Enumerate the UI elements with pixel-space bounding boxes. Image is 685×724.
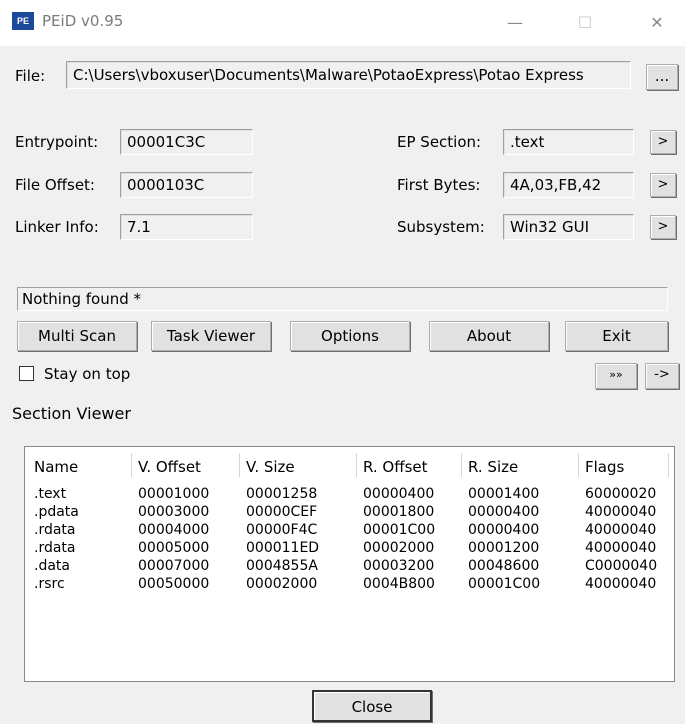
- file-label: File:: [15, 67, 46, 85]
- section-list-header: Name V. Offset V. Size R. Offset R. Size…: [28, 453, 669, 477]
- entrypoint-label: Entrypoint:: [15, 133, 99, 151]
- plugins-arrow-button[interactable]: ->: [645, 363, 679, 389]
- linker-info-field: 7.1: [120, 214, 253, 240]
- multi-scan-button[interactable]: Multi Scan: [17, 321, 137, 351]
- table-cell: .rsrc: [34, 576, 65, 592]
- table-cell: 00002000: [246, 576, 318, 592]
- stay-on-top-checkbox[interactable]: [19, 366, 34, 381]
- maximize-button[interactable]: ☐: [570, 10, 600, 36]
- table-cell: 00000F4C: [246, 522, 318, 538]
- table-cell: 00048600: [468, 558, 540, 574]
- table-cell: 00000400: [468, 522, 540, 538]
- section-list[interactable]: Name V. Offset V. Size R. Offset R. Size…: [24, 446, 675, 682]
- table-cell: 00003200: [363, 558, 435, 574]
- file-offset-label: File Offset:: [15, 176, 95, 194]
- table-cell: 00001200: [468, 540, 540, 556]
- ep-section-button[interactable]: >: [650, 130, 676, 154]
- table-cell: 40000040: [585, 504, 657, 520]
- close-button[interactable]: Close: [312, 690, 432, 722]
- first-bytes-button[interactable]: >: [650, 173, 676, 197]
- table-cell: .rdata: [34, 522, 76, 538]
- table-row[interactable]: .pdata 00003000 00000CEF 00001800 00000400 40…: [28, 503, 669, 521]
- task-viewer-button[interactable]: Task Viewer: [151, 321, 271, 351]
- table-cell: 00007000: [138, 558, 210, 574]
- table-cell: 00000CEF: [246, 504, 318, 520]
- title-bar: PE PEiD v0.95 — ☐ ✕: [0, 0, 685, 46]
- table-cell: C0000040: [585, 558, 658, 574]
- table-cell: 00001000: [138, 486, 210, 502]
- extra-info-button[interactable]: »»: [595, 363, 637, 389]
- file-offset-field: 0000103C: [120, 172, 253, 198]
- table-cell: 00004000: [138, 522, 210, 538]
- browse-button[interactable]: ...: [646, 64, 678, 90]
- window-title: PEiD v0.95: [42, 12, 124, 30]
- table-cell: .data: [34, 558, 70, 574]
- table-cell: 00003000: [138, 504, 210, 520]
- ep-section-field: .text: [503, 129, 634, 155]
- column-header-name[interactable]: Name: [28, 453, 132, 477]
- file-path-field[interactable]: C:\Users\vboxuser\Documents\Malware\Pota…: [66, 61, 631, 89]
- column-header-flags[interactable]: Flags: [579, 453, 669, 477]
- close-window-button[interactable]: ✕: [642, 10, 672, 36]
- table-cell: 0004855A: [246, 558, 318, 574]
- section-viewer-title: Section Viewer: [12, 404, 131, 423]
- table-cell: 00001C00: [363, 522, 436, 538]
- table-cell: 00001400: [468, 486, 540, 502]
- entrypoint-field: 00001C3C: [120, 129, 253, 155]
- table-cell: 40000040: [585, 522, 657, 538]
- first-bytes-field: 4A,03,FB,42: [503, 172, 634, 198]
- table-cell: .text: [34, 486, 67, 502]
- section-rows: .text 00001000 00001258 00000400 00001400 600…: [28, 485, 669, 593]
- table-cell: 00001800: [363, 504, 435, 520]
- table-cell: 40000040: [585, 576, 657, 592]
- column-header-r-size[interactable]: R. Size: [462, 453, 579, 477]
- table-cell: 0004B800: [363, 576, 435, 592]
- table-cell: 00001258: [246, 486, 318, 502]
- table-cell: 00005000: [138, 540, 210, 556]
- subsystem-button[interactable]: >: [650, 215, 676, 239]
- table-row[interactable]: .rdata 00004000 00000F4C 00001C00 00000400 40…: [28, 521, 669, 539]
- table-cell: 00000400: [468, 504, 540, 520]
- table-cell: 000011ED: [246, 540, 320, 556]
- table-cell: 00001C00: [468, 576, 541, 592]
- table-cell: .pdata: [34, 504, 79, 520]
- app-icon: PE: [12, 12, 34, 30]
- table-cell: 00050000: [138, 576, 210, 592]
- table-row[interactable]: .rsrc 00050000 00002000 0004B800 00001C00 400…: [28, 575, 669, 593]
- minimize-button[interactable]: —: [500, 10, 530, 36]
- about-button[interactable]: About: [429, 321, 549, 351]
- table-row[interactable]: .data 00007000 0004855A 00003200 00048600 C00…: [28, 557, 669, 575]
- table-row[interactable]: .rdata 00005000 000011ED 00002000 00001200 40…: [28, 539, 669, 557]
- column-header-v-size[interactable]: V. Size: [240, 453, 357, 477]
- stay-on-top-label: Stay on top: [44, 365, 131, 383]
- subsystem-field: Win32 GUI: [503, 214, 634, 240]
- table-cell: .rdata: [34, 540, 76, 556]
- table-cell: 40000040: [585, 540, 657, 556]
- first-bytes-label: First Bytes:: [397, 176, 481, 194]
- ep-section-label: EP Section:: [397, 133, 482, 151]
- table-cell: 60000020: [585, 486, 657, 502]
- table-cell: 00002000: [363, 540, 435, 556]
- subsystem-label: Subsystem:: [397, 218, 485, 236]
- table-cell: 00000400: [363, 486, 435, 502]
- exit-button[interactable]: Exit: [565, 321, 668, 351]
- column-header-r-offset[interactable]: R. Offset: [357, 453, 462, 477]
- column-header-v-offset[interactable]: V. Offset: [132, 453, 240, 477]
- options-button[interactable]: Options: [290, 321, 410, 351]
- linker-info-label: Linker Info:: [15, 218, 99, 236]
- scan-status-field: Nothing found *: [17, 287, 668, 311]
- table-row[interactable]: .text 00001000 00001258 00000400 00001400 600…: [28, 485, 669, 503]
